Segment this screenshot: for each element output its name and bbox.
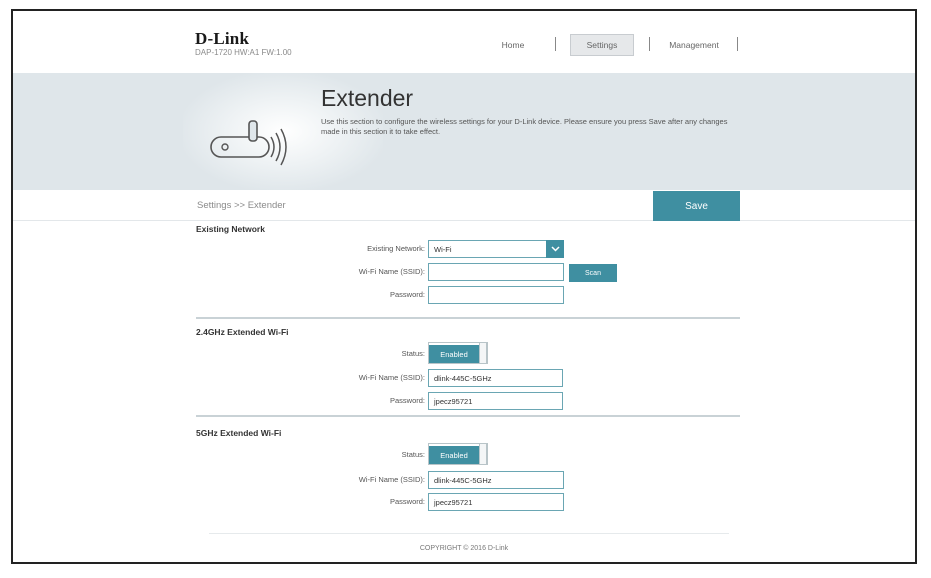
dlink-logo[interactable]: D-Link: [195, 29, 249, 49]
copyright-footer: COPYRIGHT © 2016 D-Link: [419, 545, 509, 552]
band-24-title: 2.4GHz Extended Wi-Fi: [196, 327, 289, 337]
nav-home[interactable]: Home: [491, 34, 535, 56]
page-title: Extender: [321, 85, 414, 111]
existing-network-title: Existing Network: [196, 224, 265, 234]
existing-network-label: Existing Network:: [367, 244, 425, 253]
nav-separator: [649, 37, 650, 51]
save-button[interactable]: Save: [653, 191, 740, 221]
band-5-status-toggle[interactable]: Enabled: [428, 443, 488, 465]
existing-ssid-input[interactable]: [428, 263, 564, 281]
breadcrumb: Settings >> Extender: [197, 200, 286, 211]
chevron-down-icon[interactable]: [546, 240, 564, 258]
existing-password-label: Password:: [389, 290, 425, 299]
nav-separator: [555, 37, 556, 51]
screenshot-frame: D-Link DAP-1720 HW:A1 FW:1.00 Home Setti…: [11, 9, 917, 564]
band-5-password-label: Password:: [389, 497, 425, 506]
band-5-status-label: Status:: [401, 450, 425, 459]
band-24-status-label: Status:: [401, 349, 425, 358]
toggle-knob: [479, 342, 487, 364]
band-24-status-value: Enabled: [429, 345, 479, 363]
top-bar: D-Link DAP-1720 HW:A1 FW:1.00 Home Setti…: [13, 11, 915, 75]
band-5-ssid-label: Wi-Fi Name (SSID):: [358, 475, 425, 484]
nav-management[interactable]: Management: [657, 34, 731, 56]
nav-settings[interactable]: Settings: [570, 34, 634, 56]
existing-network-value: Wi-Fi: [434, 244, 452, 254]
band-5-status-value: Enabled: [429, 446, 479, 464]
existing-ssid-label: Wi-Fi Name (SSID):: [358, 267, 425, 276]
existing-network-select[interactable]: Wi-Fi: [428, 240, 564, 258]
extender-icon: [210, 120, 287, 166]
band-24-password-input[interactable]: jpecz95721: [428, 392, 563, 410]
toggle-knob: [479, 443, 487, 465]
existing-password-input[interactable]: [428, 286, 564, 304]
band-5-ssid-input[interactable]: dlink-445C-5GHz: [428, 471, 564, 489]
section-divider: [196, 317, 740, 319]
scan-button[interactable]: Scan: [569, 264, 617, 282]
band-5-title: 5GHz Extended Wi-Fi: [196, 428, 282, 438]
sub-bar: [13, 190, 915, 221]
section-divider: [196, 415, 740, 417]
band-24-ssid-input[interactable]: dlink-445C-5GHz: [428, 369, 563, 387]
page-description: Use this section to configure the wirele…: [321, 117, 728, 136]
band-24-status-toggle[interactable]: Enabled: [428, 342, 488, 364]
model-info: DAP-1720 HW:A1 FW:1.00: [195, 48, 292, 57]
band-24-password-label: Password:: [389, 396, 425, 405]
band-24-ssid-label: Wi-Fi Name (SSID):: [358, 373, 425, 382]
band-5-password-input[interactable]: jpecz95721: [428, 493, 564, 511]
footer-divider: [209, 533, 729, 534]
nav-separator: [737, 37, 738, 51]
